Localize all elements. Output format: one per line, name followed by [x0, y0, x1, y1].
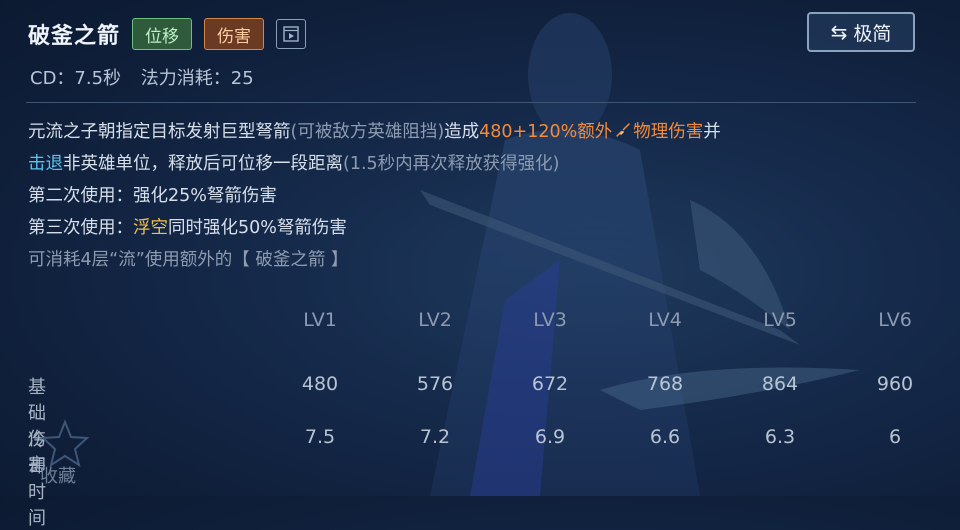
airborne-keyword: 浮空 [133, 218, 168, 238]
desc-line-1: 元流之子朝指定目标发射巨型弩箭(可被敌方英雄阻挡)造成480+120%额外 物理伤… [28, 116, 928, 148]
desc-line-4: 第三次使用：浮空同时强化50%弩箭伤害 [28, 212, 928, 244]
level-header: LV4 [648, 309, 682, 331]
desc-text: 非英雄单位，释放后可位移一段距离 [63, 154, 343, 174]
desc-text: 同时强化50%弩箭伤害 [168, 218, 347, 238]
physical-damage-icon [616, 123, 631, 137]
table-cell: 864 [761, 373, 799, 395]
favorite-label[interactable]: 收藏 [40, 462, 76, 488]
desc-note: (1.5秒内再次释放获得强化) [343, 154, 560, 174]
knockback-keyword: 击退 [28, 154, 63, 174]
play-icon [283, 26, 299, 42]
level-header: LV5 [763, 309, 797, 331]
swap-arrows-icon: ⇆ [830, 20, 848, 44]
cooldown-text: CD：7.5秒 [30, 68, 122, 89]
level-header: LV6 [878, 309, 912, 331]
table-cell: 7.5 [304, 426, 336, 448]
divider [26, 102, 916, 103]
desc-line-5: 可消耗4层“流”使用额外的【 破釜之箭 】 [28, 250, 349, 270]
simple-mode-label: 极简 [853, 22, 892, 45]
table-cell: 768 [646, 373, 684, 395]
damage-formula: 480+120%额外 [479, 122, 613, 142]
desc-text: 第三次使用： [28, 218, 133, 238]
level-header: LV3 [533, 309, 567, 331]
table-cell: 6.3 [764, 426, 796, 448]
table-cell: 6.9 [534, 426, 566, 448]
desc-note: (可被敌方英雄阻挡) [290, 122, 445, 142]
play-preview-button[interactable] [276, 19, 307, 49]
skill-meta: CD：7.5秒 法力消耗：25 [30, 64, 254, 90]
tag-damage: 伤害 [204, 18, 265, 50]
desc-line-2: 击退非英雄单位，释放后可位移一段距离(1.5秒内再次释放获得强化) [28, 148, 928, 180]
mana-cost-text: 法力消耗：25 [140, 68, 254, 89]
table-cell: 6 [888, 426, 902, 448]
table-cell: 6.6 [649, 426, 681, 448]
simple-mode-button[interactable]: ⇆ 极简 [807, 12, 915, 52]
table-cell: 480 [301, 373, 339, 395]
desc-text: 元流之子朝指定目标发射巨型弩箭 [28, 122, 291, 142]
desc-text: 造成 [444, 122, 480, 142]
desc-text: 并 [703, 122, 721, 142]
tag-movement: 位移 [132, 18, 193, 50]
skill-name: 破釜之箭 [28, 24, 121, 49]
desc-line-3: 第二次使用：强化25%弩箭伤害 [28, 186, 277, 206]
skill-description: 元流之子朝指定目标发射巨型弩箭(可被敌方英雄阻挡)造成480+120%额外 物理伤… [28, 116, 928, 276]
level-header: LV2 [418, 309, 452, 331]
table-cell: 7.2 [419, 426, 451, 448]
table-cell: 576 [416, 373, 454, 395]
skill-header: 破釜之箭 位移 伤害 [28, 14, 307, 54]
damage-type: 物理伤害 [633, 122, 704, 142]
table-cell: 672 [531, 373, 569, 395]
table-cell: 960 [876, 373, 914, 395]
level-header: LV1 [303, 309, 337, 331]
